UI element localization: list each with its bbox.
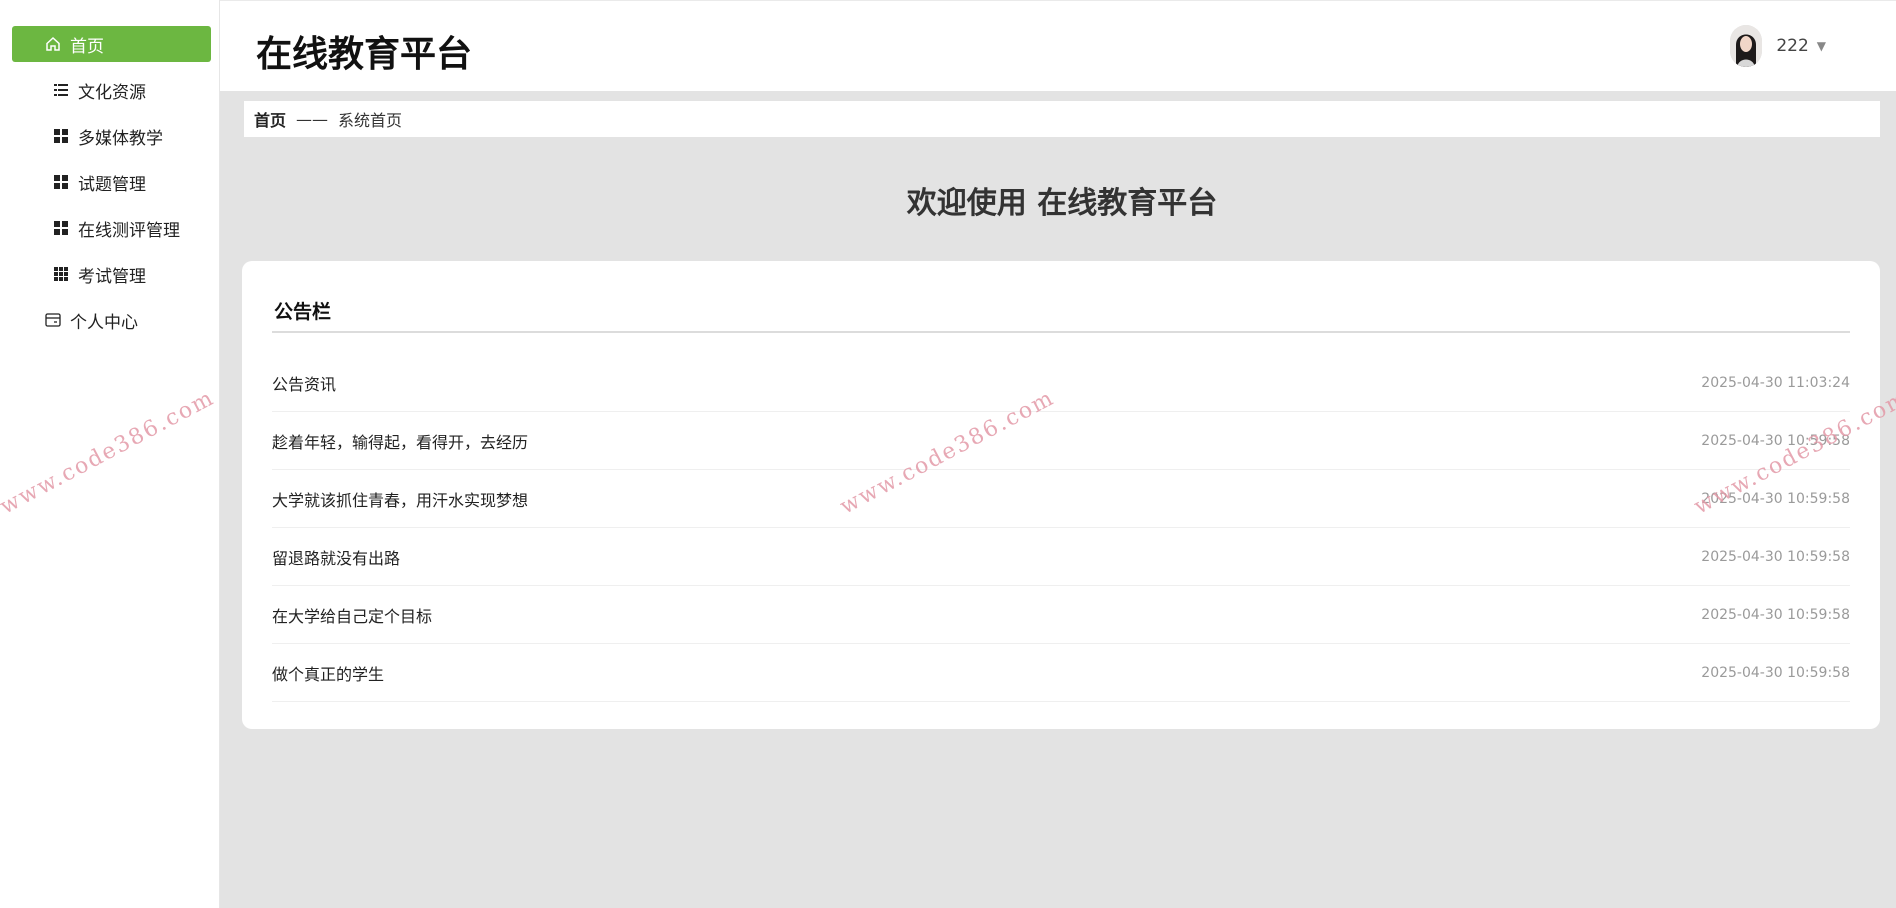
sidebar-item-label: 在线测评管理 (78, 220, 180, 241)
notice-item-time: 2025-04-30 10:59:58 (1701, 432, 1850, 449)
home-icon (44, 35, 62, 53)
notice-item-title: 留退路就没有出路 (272, 548, 401, 568)
card-icon (44, 311, 62, 329)
apps-icon (52, 265, 70, 283)
breadcrumb-separator: —— (296, 109, 329, 129)
notice-item-title: 大学就该抓住青春，用汗水实现梦想 (272, 490, 529, 510)
sidebar-item-label: 文化资源 (78, 82, 146, 103)
sidebar-item-label: 首页 (70, 36, 104, 57)
notice-item-title: 做个真正的学生 (272, 664, 385, 684)
app-title: 在线教育平台 (256, 34, 473, 75)
notice-item[interactable]: 大学就该抓住青春，用汗水实现梦想 2025-04-30 10:59:58 (272, 470, 1850, 528)
notice-board: 公告栏 公告资讯 2025-04-30 11:03:24 趁着年轻，输得起，看得… (242, 261, 1880, 729)
list-icon (52, 81, 70, 99)
sidebar: 首页 文化资源 多媒体教学 试题管理 在线测评管理 考试管理 个人中心 (0, 0, 220, 908)
sidebar-item-culture-resources[interactable]: 文化资源 (12, 72, 211, 108)
notice-item-time: 2025-04-30 10:59:58 (1701, 490, 1850, 507)
notice-item-title: 在大学给自己定个目标 (272, 606, 433, 626)
breadcrumb: 首页 —— 系统首页 (244, 101, 1880, 137)
notice-item[interactable]: 留退路就没有出路 2025-04-30 10:59:58 (272, 528, 1850, 586)
sidebar-item-exam-management[interactable]: 考试管理 (12, 256, 211, 292)
top-header: 在线教育平台 222 ▼ (220, 0, 1896, 91)
notice-item[interactable]: 公告资讯 2025-04-30 11:03:24 (272, 354, 1850, 412)
breadcrumb-current: 系统首页 (338, 111, 403, 130)
user-menu[interactable]: 222 ▼ (1730, 25, 1826, 67)
sidebar-item-personal-center[interactable]: 个人中心 (12, 302, 211, 338)
avatar (1730, 25, 1763, 67)
notice-item[interactable]: 趁着年轻，输得起，看得开，去经历 2025-04-30 10:59:58 (272, 412, 1850, 470)
notice-item-time: 2025-04-30 10:59:58 (1701, 548, 1850, 565)
notice-item-title: 趁着年轻，输得起，看得开，去经历 (272, 432, 529, 452)
notice-item-time: 2025-04-30 10:59:58 (1701, 606, 1850, 623)
sidebar-item-label: 多媒体教学 (78, 128, 163, 149)
breadcrumb-home[interactable]: 首页 (254, 107, 286, 131)
notice-item[interactable]: 在大学给自己定个目标 2025-04-30 10:59:58 (272, 586, 1850, 644)
notice-item-time: 2025-04-30 11:03:24 (1701, 374, 1850, 391)
username: 222 (1776, 36, 1809, 56)
notice-item-time: 2025-04-30 10:59:58 (1701, 664, 1850, 681)
notice-board-title: 公告栏 (272, 261, 1850, 333)
chevron-down-icon: ▼ (1816, 39, 1826, 53)
sidebar-item-label: 个人中心 (70, 312, 138, 333)
grid-icon (52, 173, 70, 191)
notice-item-title: 公告资讯 (272, 374, 337, 394)
grid-icon (52, 127, 70, 145)
sidebar-item-multimedia[interactable]: 多媒体教学 (12, 118, 211, 154)
notice-item[interactable]: 做个真正的学生 2025-04-30 10:59:58 (272, 644, 1850, 702)
welcome-heading: 欢迎使用 在线教育平台 (906, 186, 1218, 221)
grid-icon (52, 219, 70, 237)
sidebar-item-question-management[interactable]: 试题管理 (12, 164, 211, 200)
sidebar-item-label: 考试管理 (78, 266, 146, 287)
sidebar-item-label: 试题管理 (78, 174, 146, 195)
notice-list: 公告资讯 2025-04-30 11:03:24 趁着年轻，输得起，看得开，去经… (272, 354, 1850, 702)
sidebar-item-online-assessment[interactable]: 在线测评管理 (12, 210, 211, 246)
sidebar-item-home[interactable]: 首页 (12, 26, 211, 62)
